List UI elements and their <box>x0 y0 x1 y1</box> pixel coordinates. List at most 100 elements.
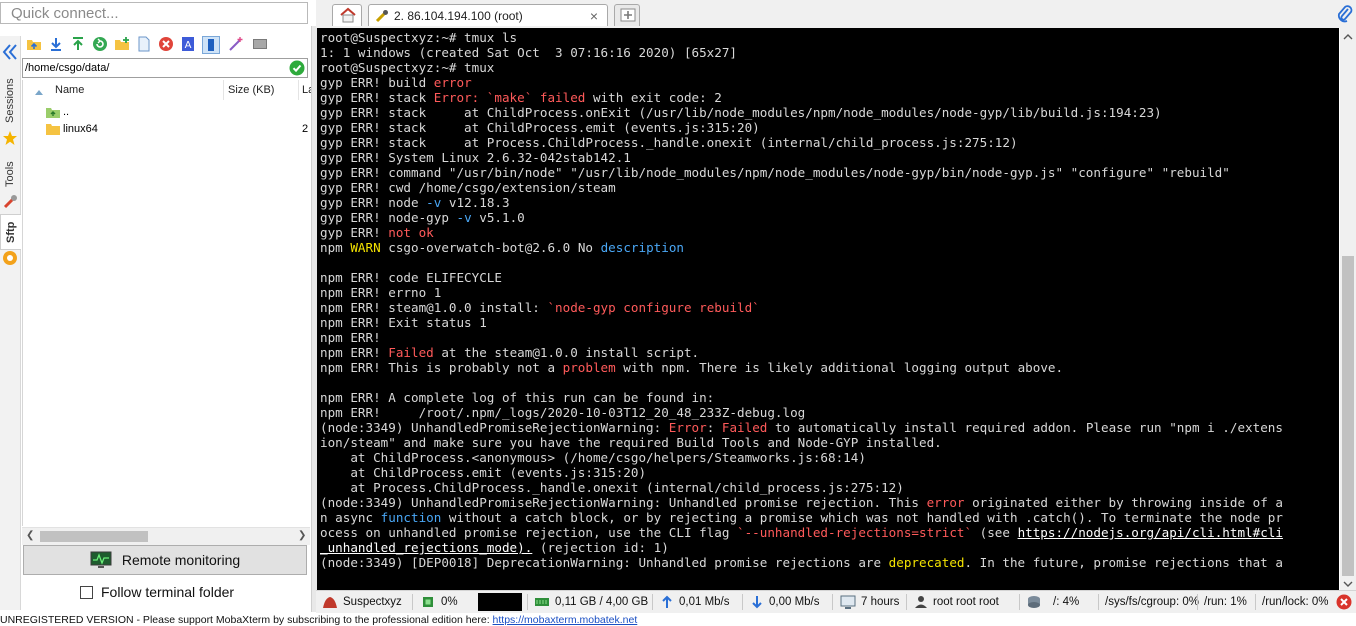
column-header-last[interactable]: La <box>302 80 311 100</box>
new-folder-icon[interactable] <box>114 36 130 52</box>
scroll-right-icon[interactable]: ❯ <box>298 531 308 541</box>
terminal-line: gyp ERR! node-gyp -v v5.1.0 <box>317 210 1339 225</box>
subscribe-link[interactable]: https://mobaxterm.mobatek.net <box>493 614 638 626</box>
disk-runlock-status: /run/lock: 0% <box>1262 591 1328 613</box>
terminal-text: npm ERR! A complete log of this run can … <box>320 390 715 405</box>
users-icon <box>914 595 928 609</box>
horizontal-scroll-thumb[interactable] <box>40 531 148 542</box>
ssh-session-title: 2. 86.104.194.100 (root) <box>394 8 523 23</box>
terminal-icon[interactable] <box>252 36 268 52</box>
upload-value: 0,01 Mb/s <box>679 596 730 608</box>
scroll-left-icon[interactable]: ❮ <box>26 531 36 541</box>
terminal-text: error <box>433 75 472 90</box>
download-speed-icon <box>750 594 764 610</box>
upload-icon[interactable] <box>70 36 86 52</box>
terminal-text: npm ERR! errno 1 <box>320 285 442 300</box>
terminal-text: at Process.ChildProcess._handle.onexit (… <box>320 480 904 495</box>
new-tab-button[interactable] <box>614 4 640 26</box>
terminal-output[interactable]: root@Suspectxyz:~# tmux ls 1: 1 windows (… <box>317 28 1339 592</box>
terminal-line: npm WARN csgo-overwatch-bot@2.6.0 No des… <box>317 240 1339 255</box>
wand-icon[interactable] <box>228 36 244 52</box>
terminal-line: npm ERR! <box>317 330 1339 345</box>
tab-tools[interactable]: Tools <box>0 154 20 194</box>
column-header-name[interactable]: Name <box>55 80 224 100</box>
terminal-text: `--unhandled-rejections=strict` <box>737 525 973 540</box>
host-name: Suspectxyz <box>343 596 402 608</box>
terminal-text: gyp ERR! command "/usr/bin/node" "/usr/l… <box>320 165 1230 180</box>
terminal-text: npm ERR! This is probably not a <box>320 360 563 375</box>
terminal-text: v5.1.0 <box>471 210 525 225</box>
cpu-status: 0% <box>420 591 458 613</box>
terminal-line: gyp ERR! cwd /home/csgo/extension/steam <box>317 180 1339 195</box>
scroll-down-icon[interactable] <box>1343 578 1353 588</box>
column-header-size[interactable]: Size (KB) <box>228 80 299 100</box>
terminal-text: -v <box>426 195 442 210</box>
terminal-line: 1: 1 windows (created Sat Oct 3 07:16:16… <box>317 45 1339 60</box>
terminal-line: (node:3349) UnhandledPromiseRejectionWar… <box>317 420 1339 435</box>
terminal-line: gyp ERR! build error <box>317 75 1339 90</box>
tab-sftp[interactable]: Sftp <box>0 214 21 250</box>
terminal-text: not ok <box>388 225 434 240</box>
new-file-icon[interactable] <box>136 36 152 52</box>
terminal-line: npm ERR! code ELIFECYCLE <box>317 270 1339 285</box>
quick-connect-input[interactable] <box>0 2 308 24</box>
rename-icon[interactable]: A <box>180 36 196 52</box>
terminal-link[interactable]: _unhandled_rejections_mode). <box>320 540 532 555</box>
follow-terminal-folder-checkbox[interactable] <box>80 585 93 599</box>
delete-icon[interactable] <box>158 36 174 52</box>
horizontal-scrollbar[interactable]: ❮ ❯ <box>22 527 310 545</box>
scroll-up-icon[interactable] <box>1343 31 1353 41</box>
list-item[interactable]: .. <box>23 104 311 120</box>
disconnect-icon[interactable] <box>1336 594 1352 610</box>
session-tab-bar: 2. 86.104.194.100 (root) × <box>316 0 1356 28</box>
terminal-vertical-scrollbar[interactable] <box>1340 28 1356 592</box>
terminal-text: (node:3349) UnhandledPromiseRejectionWar… <box>320 495 927 510</box>
tab-tools-label: Tools <box>4 161 16 187</box>
file-name: linux64 <box>63 123 98 135</box>
terminal-text: gyp ERR! System Linux 2.6.32-042stab142.… <box>320 150 631 165</box>
refresh-icon[interactable] <box>92 36 108 52</box>
terminal-text: n async <box>320 510 381 525</box>
memory-status: 0,11 GB / 4,00 GB <box>534 591 648 613</box>
terminal-text: Error: `make` failed <box>433 90 586 105</box>
terminal-text: . In the future, promise rejections that… <box>964 555 1283 570</box>
upload-status: 0,01 Mb/s <box>660 591 730 613</box>
collapse-sidebar-icon[interactable] <box>2 42 18 62</box>
terminal-link[interactable]: https://nodejs.org/api/cli.html#cli <box>1018 525 1283 540</box>
list-item[interactable]: linux64 2 <box>23 121 311 137</box>
remote-monitoring-button[interactable]: Remote monitoring <box>23 545 307 575</box>
terminal-text: v12.18.3 <box>441 195 510 210</box>
file-name: .. <box>63 106 70 118</box>
path-bar <box>22 58 308 78</box>
terminal-line: npm ERR! This is probably not a problem … <box>317 360 1339 375</box>
tools-icon <box>2 194 18 210</box>
home-tab[interactable] <box>332 4 362 26</box>
terminal-line: gyp ERR! stack at ChildProcess.emit (eve… <box>317 120 1339 135</box>
attach-icon[interactable] <box>1336 4 1354 24</box>
terminal-text: gyp ERR! <box>320 225 389 240</box>
tab-sftp-label: Sftp <box>5 221 17 243</box>
linux-host-icon <box>322 595 338 609</box>
parent-folder-icon[interactable] <box>26 36 42 52</box>
terminal-text: error <box>926 495 965 510</box>
path-ok-icon[interactable] <box>289 60 305 76</box>
uptime-status: 7 hours <box>840 591 899 613</box>
download-icon[interactable] <box>48 36 64 52</box>
follow-terminal-folder-option[interactable]: Follow terminal folder <box>80 582 234 602</box>
close-tab-icon[interactable]: × <box>587 8 601 24</box>
disk-icon <box>1026 595 1042 609</box>
terminal-line: (node:3349) UnhandledPromiseRejectionWar… <box>317 495 1339 510</box>
tab-ssh-session[interactable]: 2. 86.104.194.100 (root) × <box>368 4 608 26</box>
disk-cgroup-status: /sys/fs/cgroup: 0% <box>1105 591 1199 613</box>
terminal-line: npm ERR! errno 1 <box>317 285 1339 300</box>
terminal-text: npm ERR! <box>320 345 389 360</box>
uptime-icon <box>840 595 856 609</box>
tab-sessions[interactable]: Sessions <box>0 76 20 126</box>
path-input[interactable] <box>25 60 285 76</box>
terminal-text: deprecated <box>888 555 965 570</box>
vertical-scroll-thumb[interactable] <box>1342 256 1354 576</box>
terminal-line: root@Suspectxyz:~# tmux <box>317 60 1339 75</box>
show-hidden-icon[interactable] <box>202 36 220 54</box>
disk-runlock-value: /run/lock: 0% <box>1262 596 1329 608</box>
side-tab-strip: Sessions Tools Sftp <box>0 36 21 610</box>
